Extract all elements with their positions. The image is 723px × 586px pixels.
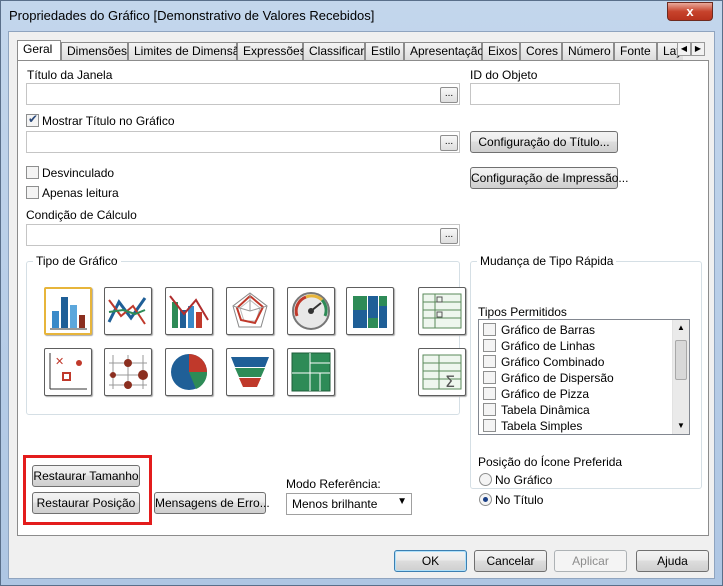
- tab-limites-dimensao[interactable]: Limites de Dimensão: [128, 42, 246, 60]
- list-item-checkbox[interactable]: [483, 419, 496, 432]
- radar-chart-icon[interactable]: [226, 287, 274, 335]
- object-id-label: ID do Objeto: [470, 68, 538, 82]
- tab-apresentacao[interactable]: Apresentação: [404, 42, 484, 60]
- tab-scroll-left-icon[interactable]: ◀: [677, 42, 691, 56]
- list-item-label: Gráfico de Linhas: [501, 339, 596, 353]
- tab-cores[interactable]: Cores: [520, 42, 562, 60]
- allowed-types-label: Tipos Permitidos: [478, 305, 567, 319]
- list-item-label: Gráfico de Dispersão: [501, 371, 614, 385]
- calc-condition-input[interactable]: [26, 224, 460, 246]
- restore-position-button[interactable]: Restaurar Posição: [32, 492, 140, 514]
- restore-size-button[interactable]: Restaurar Tamanho: [32, 465, 140, 487]
- cancel-button[interactable]: Cancelar: [474, 550, 547, 572]
- list-item-label: Tabela Simples: [501, 419, 583, 433]
- object-id-input[interactable]: [470, 83, 620, 105]
- list-item-checkbox[interactable]: [483, 323, 496, 336]
- tab-geral[interactable]: Geral: [17, 40, 61, 60]
- chart-type-group-title: Tipo de Gráfico: [33, 254, 121, 268]
- block-chart-icon[interactable]: [287, 348, 335, 396]
- print-config-button[interactable]: Configuração de Impressão...: [470, 167, 628, 189]
- allowed-types-list[interactable]: Gráfico de Barras Gráfico de Linhas Gráf…: [478, 319, 690, 435]
- window-title-label: Título da Janela: [27, 68, 113, 82]
- ref-mode-value: Menos brilhante: [292, 497, 378, 511]
- ok-button[interactable]: OK: [394, 550, 467, 572]
- straight-table-icon[interactable]: Σ: [418, 348, 466, 396]
- radio-selected-dot: [483, 497, 488, 502]
- scatter-chart-icon[interactable]: ✕: [44, 348, 92, 396]
- tab-classificar[interactable]: Classificar: [303, 42, 365, 60]
- detached-label: Desvinculado: [42, 166, 115, 180]
- tab-strip: Geral Dimensões Limites de Dimensão Expr…: [17, 40, 683, 60]
- list-scrollbar[interactable]: ▲ ▼: [672, 320, 689, 434]
- pivot-table-icon[interactable]: [418, 287, 466, 335]
- title-config-button[interactable]: Configuração do Título...: [470, 131, 618, 153]
- list-item-label: Gráfico de Pizza: [501, 387, 590, 401]
- svg-text:Σ: Σ: [445, 372, 455, 391]
- calc-condition-ellipsis-button[interactable]: ...: [440, 228, 458, 244]
- tab-scroll-right-icon[interactable]: ▶: [691, 42, 705, 56]
- show-title-label: Mostrar Título no Gráfico: [42, 114, 175, 128]
- line-chart-icon[interactable]: [104, 287, 152, 335]
- scroll-down-icon[interactable]: ▼: [677, 421, 685, 430]
- title-bar[interactable]: Propriedades do Gráfico [Demonstrativo d…: [1, 1, 722, 31]
- geral-panel: Título da Janela ... ID do Objeto ✔ Most…: [17, 60, 709, 536]
- list-item-checkbox[interactable]: [483, 355, 496, 368]
- properties-window: Propriedades do Gráfico [Demonstrativo d…: [0, 0, 723, 586]
- read-only-label: Apenas leitura: [42, 186, 119, 200]
- read-only-checkbox[interactable]: [26, 186, 39, 199]
- tab-numero[interactable]: Número: [562, 42, 614, 60]
- scroll-up-icon[interactable]: ▲: [677, 323, 685, 332]
- list-item-checkbox[interactable]: [483, 339, 496, 352]
- funnel-chart-icon[interactable]: [226, 348, 274, 396]
- list-item-label: Gráfico de Barras: [501, 323, 596, 337]
- window-title: Propriedades do Gráfico [Demonstrativo d…: [9, 8, 375, 23]
- ref-mode-select[interactable]: Menos brilhante ▼: [286, 493, 412, 515]
- help-button[interactable]: Ajuda: [636, 550, 709, 572]
- list-item-checkbox[interactable]: [483, 371, 496, 384]
- gauge-chart-icon[interactable]: [287, 287, 335, 335]
- list-item-checkbox[interactable]: [483, 403, 496, 416]
- radio-on-title-label: No Título: [495, 493, 544, 507]
- tab-expressoes[interactable]: Expressões: [237, 42, 306, 60]
- apply-button[interactable]: Aplicar: [554, 550, 627, 572]
- pie-chart-icon[interactable]: [165, 348, 213, 396]
- tab-eixos[interactable]: Eixos: [482, 42, 520, 60]
- tab-dimensoes[interactable]: Dimensões: [61, 42, 128, 60]
- icon-position-label: Posição do Ícone Preferida: [478, 455, 623, 469]
- close-button[interactable]: x: [667, 2, 713, 21]
- scroll-thumb[interactable]: [675, 340, 687, 380]
- tab-fonte[interactable]: Fonte: [614, 42, 657, 60]
- combo-chart-icon[interactable]: [165, 287, 213, 335]
- quick-change-group-title: Mudança de Tipo Rápida: [477, 254, 617, 268]
- svg-text:✕: ✕: [55, 356, 64, 368]
- list-item-label: Gráfico Combinado: [501, 355, 605, 369]
- window-title-ellipsis-button[interactable]: ...: [440, 87, 458, 103]
- radio-on-title[interactable]: [479, 493, 492, 506]
- list-item-label: Tabela Dinâmica: [501, 403, 590, 417]
- show-title-checkbox[interactable]: ✔: [26, 112, 39, 127]
- dialog-client: Geral Dimensões Limites de Dimensão Expr…: [8, 31, 715, 579]
- radio-on-chart-label: No Gráfico: [495, 473, 553, 487]
- mekko-chart-icon[interactable]: [346, 287, 394, 335]
- calc-condition-label: Condição de Cálculo: [26, 208, 137, 222]
- ref-mode-label: Modo Referência:: [286, 477, 381, 491]
- chevron-down-icon: ▼: [397, 496, 407, 507]
- chart-title-ellipsis-button[interactable]: ...: [440, 135, 458, 151]
- radio-on-chart[interactable]: [479, 473, 492, 486]
- chart-title-input[interactable]: [26, 131, 460, 153]
- list-item-checkbox[interactable]: [483, 387, 496, 400]
- window-title-input[interactable]: [26, 83, 460, 105]
- bar-chart-icon[interactable]: [44, 287, 92, 335]
- detached-checkbox[interactable]: [26, 166, 39, 179]
- tab-estilo[interactable]: Estilo: [365, 42, 404, 60]
- grid-chart-icon[interactable]: [104, 348, 152, 396]
- checkmark-icon: ✔: [28, 112, 39, 126]
- error-messages-button[interactable]: Mensagens de Erro...: [154, 492, 270, 514]
